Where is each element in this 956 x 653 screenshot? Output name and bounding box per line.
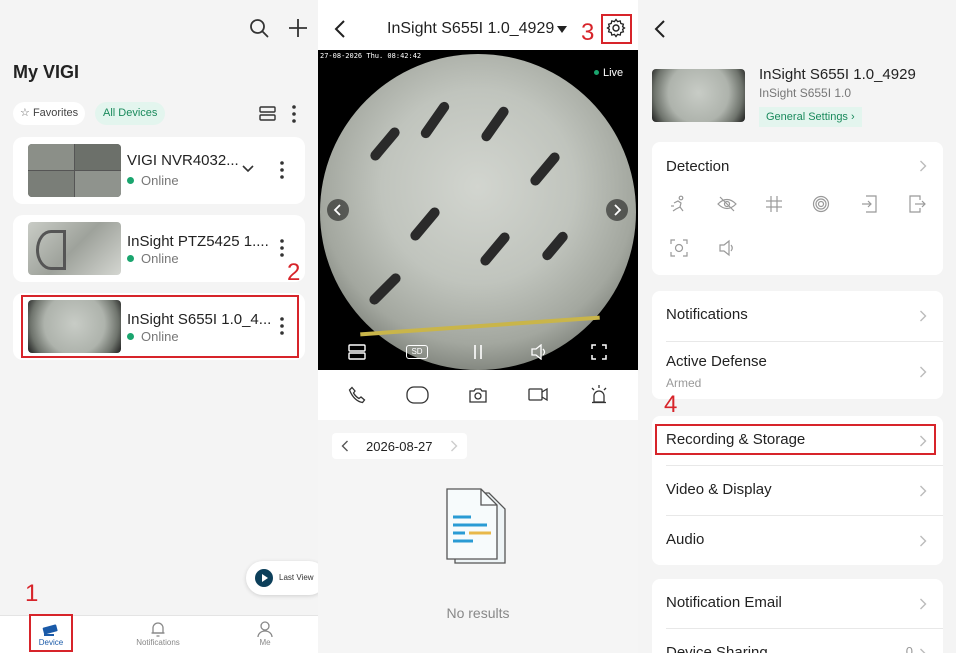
sharing-card: Notification Email Device Sharing 0 xyxy=(652,579,943,653)
device-thumbnail xyxy=(652,69,745,122)
star-icon: ☆ xyxy=(20,107,30,119)
date-selector: 2026-08-27 xyxy=(332,433,467,459)
highlight-box-recording xyxy=(655,424,936,455)
pause-icon[interactable] xyxy=(472,344,484,360)
next-arrow-icon[interactable] xyxy=(606,199,628,221)
osd-timestamp: 27-08-2026 Thu. 08:42:42 xyxy=(320,52,422,60)
chevron-right-icon xyxy=(920,535,927,547)
active-defense-status: Armed xyxy=(666,376,702,390)
device-list-screen: My VIGI ☆ Favorites All Devices VIGI NVR… xyxy=(0,0,318,653)
add-icon[interactable] xyxy=(288,18,308,38)
device-card-ptz[interactable]: InSight PTZ5425 1.... Online xyxy=(13,215,305,282)
device-status: Online xyxy=(141,173,179,188)
empty-document-icon xyxy=(443,487,513,569)
step-label-4: 4 xyxy=(664,391,678,418)
empty-state-text: No results xyxy=(446,605,510,621)
back-icon[interactable] xyxy=(654,19,666,39)
tamper-icon[interactable] xyxy=(717,195,737,213)
highlight-box-device xyxy=(21,295,299,358)
device-name: InSight S655I 1.0_4929 xyxy=(759,66,916,83)
enter-area-icon[interactable] xyxy=(860,195,878,213)
chevron-down-icon[interactable] xyxy=(242,165,254,173)
step-label-1: 1 xyxy=(25,580,39,607)
detection-label: Detection xyxy=(666,158,730,175)
device-settings-screen: InSight S655I 1.0_4929 InSight S655I 1.0… xyxy=(638,0,956,653)
screen-icon[interactable] xyxy=(406,386,429,404)
device-card-nvr[interactable]: VIGI NVR4032... Online xyxy=(13,137,305,204)
intrusion-icon[interactable] xyxy=(812,195,830,213)
chevron-right-icon: › xyxy=(851,111,855,123)
notifications-row[interactable]: Notifications xyxy=(666,291,943,341)
notification-email-row[interactable]: Notification Email xyxy=(666,579,943,629)
device-name: InSight PTZ5425 1.... xyxy=(127,233,269,250)
general-settings-button[interactable]: General Settings › xyxy=(759,107,862,127)
caret-down-icon[interactable] xyxy=(557,26,567,33)
chevron-right-icon xyxy=(920,366,927,378)
device-name: VIGI NVR4032... xyxy=(127,152,239,169)
detection-card[interactable]: Detection xyxy=(652,142,943,275)
highlight-box-settings xyxy=(601,14,632,44)
more-icon[interactable] xyxy=(274,238,290,258)
speaker-icon[interactable] xyxy=(530,344,548,360)
list-view-icon[interactable] xyxy=(259,105,277,123)
active-defense-row[interactable]: Active Defense Armed xyxy=(666,342,943,399)
device-title[interactable]: InSight S655I 1.0_4929 xyxy=(387,20,554,38)
chevron-right-icon xyxy=(920,160,927,172)
nav-notifications[interactable]: Notifications xyxy=(128,616,188,653)
device-status: Online xyxy=(141,251,179,266)
motion-icon[interactable] xyxy=(670,195,688,213)
alarm-icon[interactable] xyxy=(589,384,609,404)
audio-row[interactable]: Audio xyxy=(666,516,943,566)
fullscreen-icon[interactable] xyxy=(591,344,607,360)
step-label-2: 2 xyxy=(287,259,301,286)
phone-icon[interactable] xyxy=(348,386,366,404)
favorites-filter[interactable]: ☆ Favorites xyxy=(13,102,86,125)
all-devices-filter[interactable]: All Devices xyxy=(95,102,166,125)
prev-arrow-icon[interactable] xyxy=(327,199,349,221)
face-icon[interactable] xyxy=(670,239,688,257)
quality-button[interactable]: SD xyxy=(406,345,428,359)
live-badge: Live xyxy=(594,67,623,79)
last-view-button[interactable]: Last View xyxy=(246,561,318,595)
chevron-right-icon xyxy=(920,648,926,653)
fisheye-image xyxy=(320,54,636,370)
prev-date-icon[interactable] xyxy=(341,440,349,452)
device-sharing-count: 0 xyxy=(905,644,913,653)
step-label-3: 3 xyxy=(581,19,595,46)
highlight-box-device-nav xyxy=(29,614,73,652)
more-icon[interactable] xyxy=(274,160,290,180)
live-dot xyxy=(594,70,599,75)
chevron-right-icon xyxy=(920,310,927,322)
device-thumbnail xyxy=(28,144,121,197)
sound-icon[interactable] xyxy=(718,239,736,257)
control-bar xyxy=(318,370,638,420)
snapshot-icon[interactable] xyxy=(469,387,487,403)
search-icon[interactable] xyxy=(249,18,269,38)
bell-icon xyxy=(150,621,166,638)
line-crossing-icon[interactable] xyxy=(765,195,783,213)
page-title: My VIGI xyxy=(13,62,80,82)
more-icon[interactable] xyxy=(286,104,302,124)
device-model: InSight S655I 1.0 xyxy=(759,86,852,100)
date-label[interactable]: 2026-08-27 xyxy=(366,439,433,454)
device-sharing-row[interactable]: Device Sharing 0 xyxy=(666,629,943,653)
live-view-screen: InSight S655I 1.0_4929 3 27-08-2026 Thu.… xyxy=(318,0,638,653)
video-display-row[interactable]: Video & Display xyxy=(666,466,943,516)
record-icon[interactable] xyxy=(528,387,548,402)
online-dot xyxy=(127,177,134,184)
video-player[interactable]: 27-08-2026 Thu. 08:42:42 Live SD xyxy=(318,50,638,370)
device-thumbnail xyxy=(28,222,121,275)
chevron-right-icon xyxy=(920,485,927,497)
next-date-icon[interactable] xyxy=(450,440,458,452)
alerts-card: Notifications Active Defense Armed xyxy=(652,291,943,399)
exit-area-icon[interactable] xyxy=(908,195,926,213)
back-icon[interactable] xyxy=(334,19,346,39)
online-dot xyxy=(127,255,134,262)
play-icon xyxy=(255,569,273,587)
chevron-right-icon xyxy=(920,598,927,610)
person-icon xyxy=(256,620,274,638)
nav-me[interactable]: Me xyxy=(240,616,290,653)
split-view-icon[interactable] xyxy=(348,344,366,360)
